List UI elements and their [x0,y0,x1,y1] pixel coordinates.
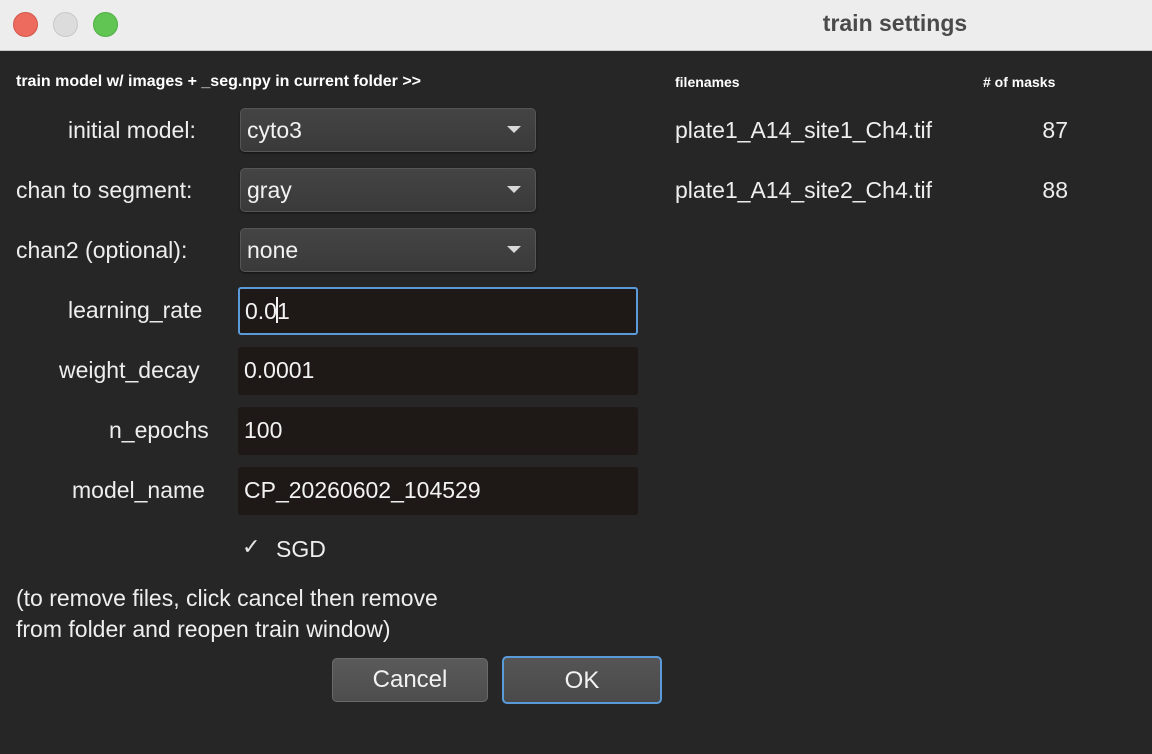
model-name-value: CP_20260602_104529 [244,477,481,503]
learning-rate-input[interactable]: 0.01 [238,287,638,335]
mask-count: 88 [1042,177,1068,203]
cancel-button[interactable]: Cancel [332,658,488,702]
ok-button[interactable]: OK [502,656,662,704]
learning-rate-label: learning_rate [68,297,203,323]
chan2-dropdown[interactable]: none [240,228,536,272]
n-epochs-label: n_epochs [109,417,209,443]
chan-to-segment-dropdown[interactable]: gray [240,168,536,212]
chevron-down-icon [507,246,521,253]
chevron-down-icon [507,186,521,193]
close-window-button[interactable] [13,12,38,37]
weight-decay-value: 0.0001 [244,357,315,383]
weight-decay-input[interactable]: 0.0001 [238,347,638,395]
note-line-1: (to remove files, click cancel then remo… [16,585,438,611]
sgd-label: SGD [276,536,326,562]
file-name: plate1_A14_site2_Ch4.tif [675,177,933,203]
initial-model-dropdown[interactable]: cyto3 [240,108,536,152]
file-name: plate1_A14_site1_Ch4.tif [675,117,933,143]
window-title: train settings [822,10,968,36]
weight-decay-label: weight_decay [59,357,200,383]
note-line-2: from folder and reopen train window) [16,616,391,642]
mask-count: 87 [1042,117,1068,143]
chan2-label: chan2 (optional): [16,237,188,263]
chevron-down-icon [507,126,521,133]
remove-files-note: (to remove files, click cancel then remo… [16,583,438,645]
chan2-value: none [247,237,299,263]
chan-to-segment-label: chan to segment: [16,177,193,203]
model-name-label: model_name [72,477,205,503]
minimize-window-button[interactable] [53,12,78,37]
title-bar: train settings [0,0,1152,51]
filenames-column-header: filenames [675,74,740,90]
learning-rate-value: 0.01 [245,297,290,324]
zoom-window-button[interactable] [93,12,118,37]
chan-to-segment-value: gray [247,177,292,203]
initial-model-value: cyto3 [247,117,302,143]
model-name-input[interactable]: CP_20260602_104529 [238,467,638,515]
n-epochs-value: 100 [244,417,283,443]
n-epochs-input[interactable]: 100 [238,407,638,455]
instruction-text: train model w/ images + _seg.npy in curr… [16,73,422,90]
checkmark-icon: ✓ [242,534,261,559]
initial-model-label: initial model: [68,117,196,143]
masks-column-header: # of masks [983,74,1056,90]
